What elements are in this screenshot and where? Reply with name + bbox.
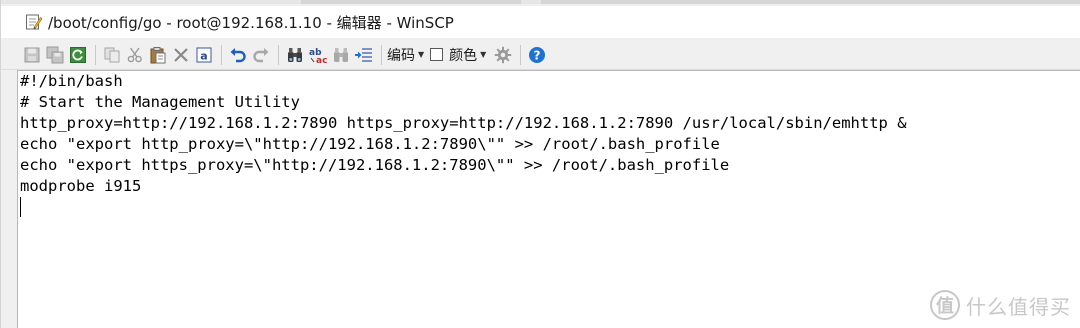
code-line: echo "export http_proxy=\"http://192.168… [20, 135, 720, 153]
save-all-button[interactable] [44, 44, 66, 66]
help-button[interactable]: ? [526, 44, 548, 66]
reload-button[interactable] [67, 44, 89, 66]
notepad-edit-icon [26, 14, 43, 30]
title-bar: /boot/config/go - root@192.168.1.10 - 编辑… [1, 6, 1080, 38]
toolbar-separator [381, 44, 382, 65]
window-top-strip [1, 0, 1080, 4]
reload-icon [70, 46, 86, 63]
find-next-icon [334, 47, 348, 62]
color-label: 颜色 [449, 47, 478, 64]
toolbar-separator [278, 44, 279, 65]
binoculars-icon [288, 47, 302, 62]
watermark: 值 什么值得买 [930, 290, 1071, 320]
chevron-down-icon: ▼ [418, 50, 425, 59]
color-dropdown[interactable]: 颜色 ▼ [449, 45, 486, 65]
cut-button[interactable] [124, 44, 146, 66]
encoding-dropdown[interactable]: 编码 ▼ [387, 45, 424, 65]
copy-button[interactable] [101, 44, 123, 66]
select-all-button[interactable]: a [193, 44, 215, 66]
goto-line-button[interactable] [353, 44, 375, 66]
text-editor[interactable]: #!/bin/bash # Start the Management Utili… [17, 70, 1080, 328]
svg-text:?: ? [534, 48, 541, 62]
help-icon: ? [529, 46, 546, 63]
save-button[interactable] [21, 44, 43, 66]
cut-icon [127, 47, 142, 62]
color-checkbox[interactable] [430, 48, 444, 61]
delete-icon [174, 47, 188, 62]
code-line: #!/bin/bash [20, 72, 123, 90]
chevron-down-icon: ▼ [480, 50, 487, 59]
editor-window: /boot/config/go - root@192.168.1.10 - 编辑… [0, 0, 1080, 328]
code-line: echo "export https_proxy=\"http://192.16… [20, 156, 730, 174]
find-next-button[interactable] [330, 44, 352, 66]
encoding-label: 编码 [387, 47, 415, 64]
gear-icon [495, 46, 512, 63]
code-line: # Start the Management Utility [20, 93, 300, 111]
code-line: http_proxy=http://192.168.1.2:7890 https… [20, 114, 907, 132]
copy-icon [104, 47, 120, 62]
paste-button[interactable] [147, 44, 169, 66]
redo-button[interactable] [250, 44, 272, 66]
toolbar-separator [520, 44, 522, 65]
undo-icon [230, 47, 246, 62]
paste-icon [150, 46, 166, 63]
watermark-logo: 值 [930, 290, 960, 320]
replace-button[interactable]: ab ac [307, 44, 329, 66]
delete-button[interactable] [170, 44, 192, 66]
svg-text:a: a [200, 49, 207, 62]
save-all-icon [46, 46, 64, 63]
code-line: modprobe i915 [20, 177, 142, 195]
select-all-icon: a [196, 47, 212, 62]
svg-text:ac: ac [316, 56, 327, 64]
undo-button[interactable] [227, 44, 249, 66]
save-icon [24, 47, 40, 62]
window-title: /boot/config/go - root@192.168.1.10 - 编辑… [48, 13, 454, 32]
settings-button[interactable] [492, 44, 514, 66]
redo-icon [253, 47, 269, 62]
toolbar-separator [221, 44, 222, 65]
watermark-text: 什么值得买 [966, 294, 1071, 319]
toolbar-separator [95, 44, 96, 65]
text-cursor [20, 197, 21, 217]
editor-toolbar: a ab ac 编码 ▼ 颜色 ▼ ? [1, 40, 1080, 70]
replace-icon: ab ac [309, 48, 327, 64]
find-button[interactable] [284, 44, 306, 66]
goto-line-icon [355, 47, 372, 62]
